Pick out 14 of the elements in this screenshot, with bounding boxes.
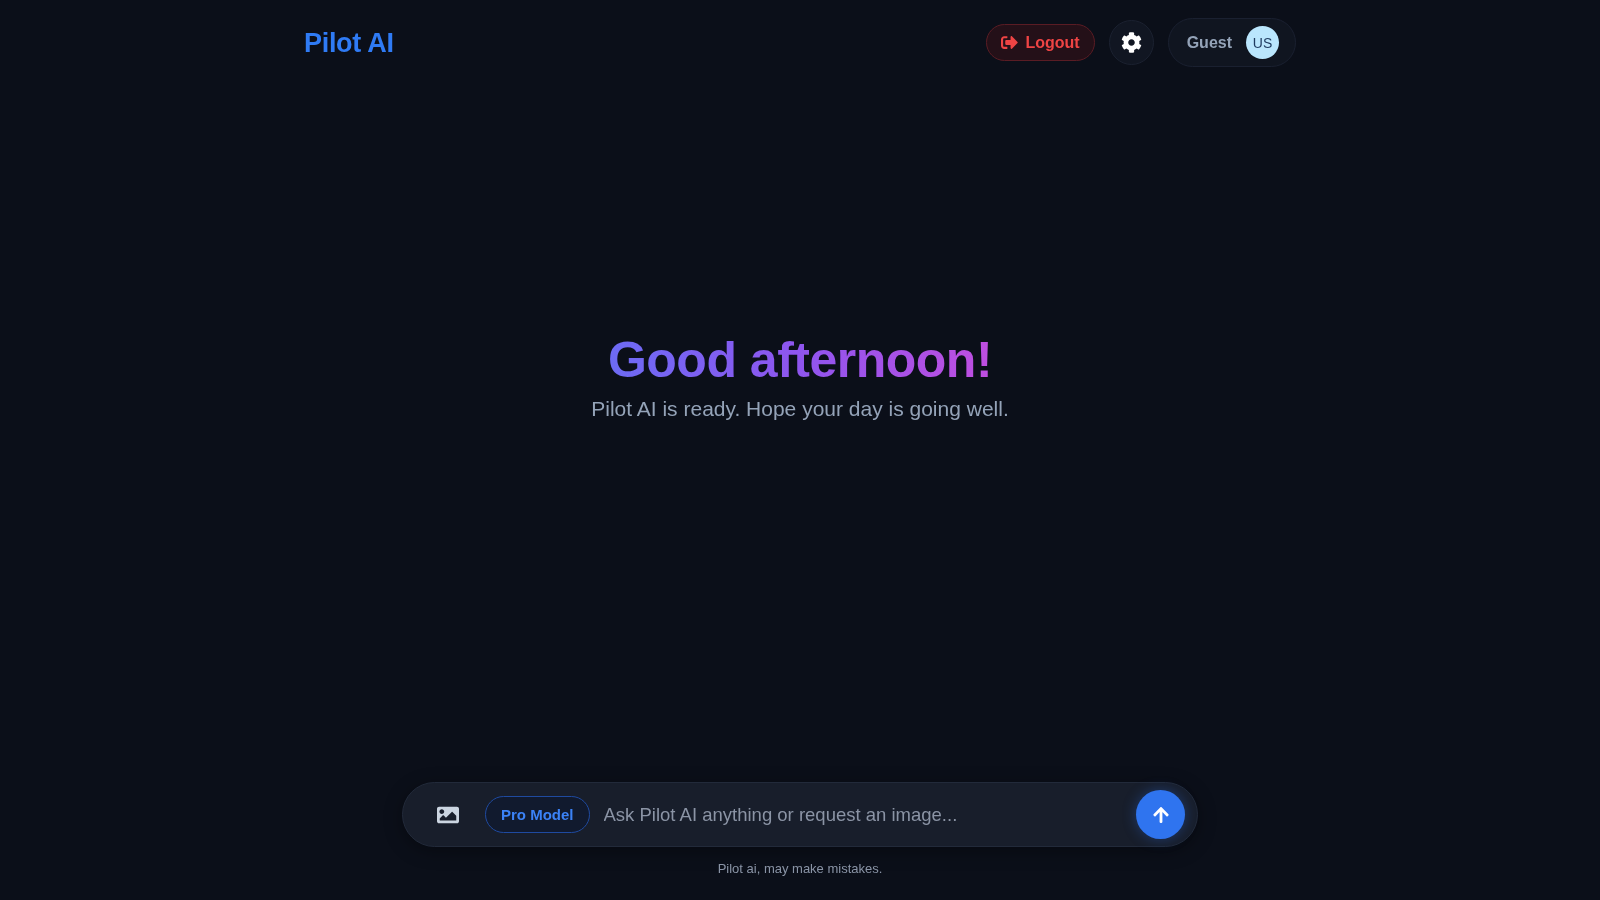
logo: Pilot AI — [304, 28, 394, 59]
user-avatar: US — [1246, 26, 1279, 59]
settings-button[interactable] — [1108, 20, 1154, 65]
user-name: Guest — [1186, 33, 1232, 52]
logout-button[interactable]: Logout — [986, 24, 1095, 61]
disclaimer-text: Pilot ai, may make mistakes. — [717, 861, 883, 876]
user-menu[interactable]: Guest US — [1167, 18, 1296, 67]
logout-icon — [1001, 34, 1019, 51]
model-badge[interactable]: Pro Model — [485, 796, 590, 833]
greeting-subtitle: Pilot AI is ready. Hope your day is going well. — [591, 397, 1009, 422]
send-button[interactable] — [1136, 790, 1185, 839]
arrow-up-icon — [1151, 805, 1170, 824]
chat-input-field[interactable]: Pro Model Ask Pilot AI anything or request an image... — [402, 782, 1198, 847]
settings-icon — [1120, 32, 1142, 53]
